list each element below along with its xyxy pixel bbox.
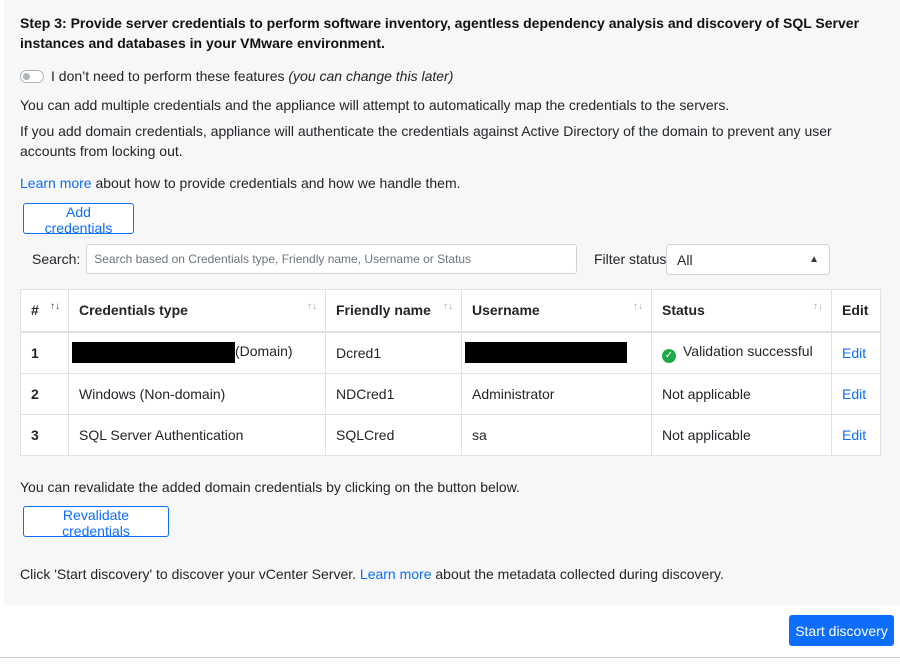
search-row: Search: [32, 244, 578, 274]
revalidate-info: You can revalidate the added domain cred… [20, 479, 520, 495]
table-row: 1 (Domain) Dcred1 ✓ Validation successful… [20, 331, 881, 374]
filter-status-value: All [677, 251, 693, 268]
sort-icon: ↑↓ [633, 301, 643, 312]
select-arrows-icon: ▲ [809, 254, 819, 265]
status-cell: Not applicable [651, 414, 832, 456]
learn-more-rest: about how to provide credentials and how… [91, 175, 461, 191]
col-friendly-name[interactable]: Friendly name ↑↓ [325, 289, 462, 333]
sort-icon: ↑↓ [50, 301, 60, 312]
col-edit: Edit [831, 289, 881, 333]
credentials-type-cell: SQL Server Authentication [68, 414, 326, 456]
sort-icon: ↑↓ [443, 301, 453, 312]
search-input[interactable] [86, 244, 578, 274]
col-status[interactable]: Status ↑↓ [651, 289, 832, 333]
step-heading: Step 3: Provide server credentials to pe… [20, 15, 860, 51]
discovery-text-before: Click 'Start discovery' to discover your… [20, 566, 360, 582]
skip-features-row: I don’t need to perform these features (… [20, 67, 453, 85]
credentials-type-cell: (Domain) [68, 331, 326, 374]
credentials-panel: Step 3: Provide server credentials to pe… [4, 0, 900, 605]
discovery-learn-more-link[interactable]: Learn more [360, 566, 432, 582]
info-multiple-credentials: You can add multiple credentials and the… [20, 97, 730, 113]
col-username[interactable]: Username ↑↓ [461, 289, 652, 333]
skip-features-toggle[interactable] [20, 69, 44, 83]
credentials-type-cell: Windows (Non-domain) [68, 373, 326, 415]
table-row: 2 Windows (Non-domain) NDCred1 Administr… [20, 373, 881, 415]
start-discovery-button[interactable]: Start discovery [789, 615, 894, 646]
status-cell: Not applicable [651, 373, 832, 415]
redacted-block [72, 342, 235, 364]
row-number: 2 [20, 373, 69, 415]
credentials-table: # ↑↓ Credentials type ↑↓ Friendly name ↑↓ U… [20, 289, 881, 456]
friendly-name-cell: SQLCred [325, 414, 462, 456]
redacted-block [465, 342, 627, 364]
edit-cell: Edit [831, 414, 881, 456]
learn-more-link[interactable]: Learn more [20, 175, 92, 191]
edit-cell: Edit [831, 331, 881, 374]
filter-status-label: Filter status [594, 251, 667, 267]
edit-cell: Edit [831, 373, 881, 415]
edit-link[interactable]: Edit [842, 345, 866, 361]
col-credentials-type[interactable]: Credentials type ↑↓ [68, 289, 326, 333]
username-cell: Administrator [461, 373, 652, 415]
col-number[interactable]: # ↑↓ [20, 289, 69, 333]
revalidate-credentials-button[interactable]: Revalidate credentials [23, 506, 169, 539]
table-row: 3 SQL Server Authentication SQLCred sa N… [20, 414, 881, 456]
info-domain-credentials: If you add domain credentials, appliance… [20, 123, 832, 159]
add-credentials-button[interactable]: Add credentials [23, 203, 134, 236]
username-cell [461, 331, 652, 374]
info-learn-more-line: Learn more about how to provide credenti… [20, 173, 882, 193]
toggle-hint: (you can change this later) [288, 68, 454, 84]
toggle-label: I don’t need to perform these features (… [51, 68, 453, 84]
status-cell: ✓ Validation successful [651, 331, 832, 374]
discovery-info: Click 'Start discovery' to discover your… [20, 564, 882, 584]
edit-link[interactable]: Edit [842, 386, 866, 402]
table-header-row: # ↑↓ Credentials type ↑↓ Friendly name ↑↓ U… [20, 289, 881, 333]
search-label: Search: [32, 251, 81, 267]
success-check-icon: ✓ [662, 348, 676, 363]
divider [0, 657, 900, 658]
sort-icon: ↑↓ [307, 301, 317, 312]
username-cell: sa [461, 414, 652, 456]
edit-link[interactable]: Edit [842, 427, 866, 443]
row-number: 1 [20, 331, 69, 374]
discovery-text-after: about the metadata collected during disc… [431, 566, 724, 582]
sort-icon: ↑↓ [813, 301, 823, 312]
friendly-name-cell: NDCred1 [325, 373, 462, 415]
filter-status-select[interactable]: All ▲ [666, 244, 830, 275]
toggle-label-text: I don’t need to perform these features [51, 68, 285, 84]
friendly-name-cell: Dcred1 [325, 331, 462, 374]
row-number: 3 [20, 414, 69, 456]
